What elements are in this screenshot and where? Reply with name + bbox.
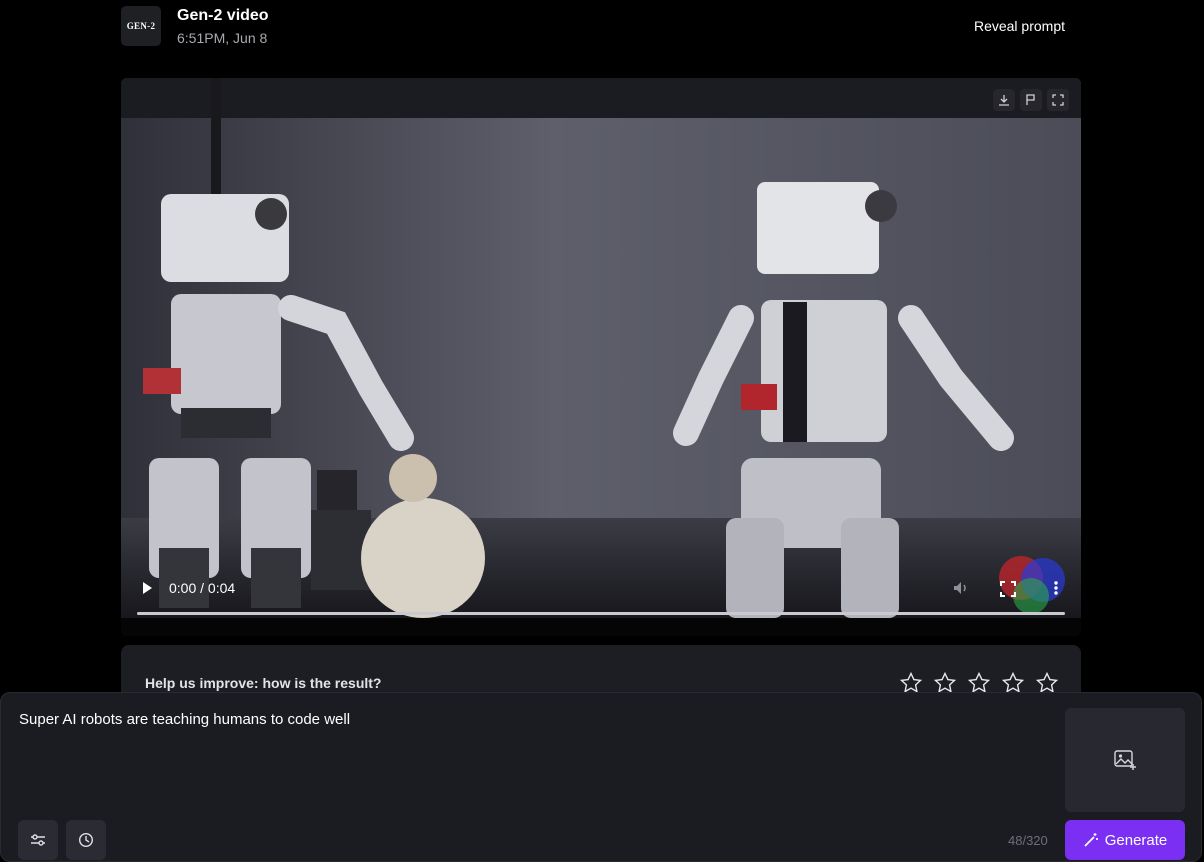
prompt-panel: Super AI robots are teaching humans to c… (0, 692, 1202, 862)
expand-icon[interactable] (1047, 89, 1069, 111)
history-button[interactable] (66, 820, 106, 860)
gen2-logo: GEN-2 (121, 6, 161, 46)
generate-button[interactable]: Generate (1065, 820, 1185, 860)
video-progress-bar[interactable] (137, 612, 1065, 615)
generation-header: GEN-2 Gen-2 video 6:51PM, Jun 8 Reveal p… (121, 6, 1081, 48)
prompt-input[interactable]: Super AI robots are teaching humans to c… (19, 711, 1049, 728)
settings-button[interactable] (18, 820, 58, 860)
image-upload-button[interactable] (1065, 708, 1185, 812)
more-vert-icon[interactable] (1049, 578, 1063, 598)
download-icon[interactable] (993, 89, 1015, 111)
fullscreen-icon[interactable] (999, 580, 1017, 598)
feedback-bar: Help us improve: how is the result? (121, 645, 1081, 693)
character-counter: 48/320 (1008, 833, 1048, 848)
add-image-icon (1114, 750, 1136, 770)
generation-title: Gen-2 video (177, 7, 269, 24)
reveal-prompt-button[interactable]: Reveal prompt (974, 18, 1065, 34)
video-frame (121, 78, 1081, 618)
flag-icon[interactable] (1020, 89, 1042, 111)
generation-timestamp: 6:51PM, Jun 8 (177, 30, 268, 46)
video-time: 0:00 / 0:04 (169, 580, 236, 596)
settings-sliders-icon (31, 834, 45, 846)
feedback-question: Help us improve: how is the result? (145, 675, 382, 691)
volume-icon[interactable] (951, 578, 971, 598)
video-corner-tools (993, 89, 1069, 111)
generate-label: Generate (1104, 831, 1168, 849)
video-controls: 0:00 / 0:04 (121, 568, 1081, 618)
video-player[interactable]: 0:00 / 0:04 (121, 78, 1081, 636)
magic-wand-icon (1084, 833, 1098, 847)
history-icon (78, 832, 94, 848)
play-icon[interactable] (137, 578, 157, 598)
video-bottom-bar (121, 618, 1081, 636)
